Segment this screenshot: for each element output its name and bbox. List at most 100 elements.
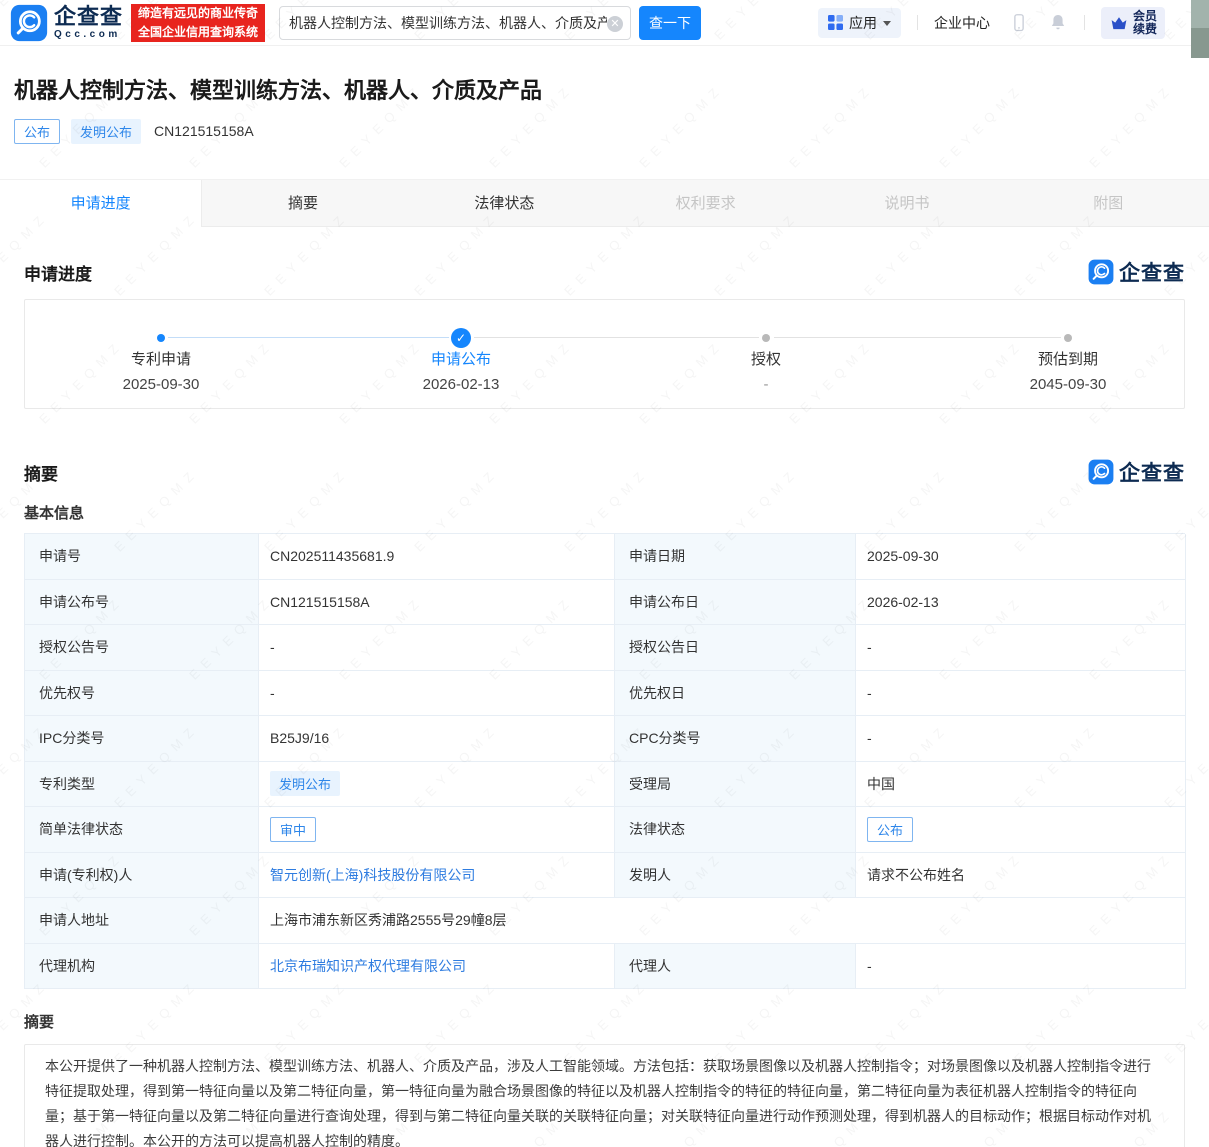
timeline-node-granted <box>762 334 770 342</box>
step-name: 专利申请 <box>61 348 261 369</box>
qcc-logo[interactable]: 企查查 Qcc.com <box>10 4 123 42</box>
info-label: 优先权日 <box>615 671 856 717</box>
search-input-wrap: ✕ <box>279 6 631 40</box>
step-name: 授权 <box>666 348 866 369</box>
info-value: 发明公布 <box>259 762 615 808</box>
chevron-down-icon <box>883 21 891 26</box>
info-value: 请求不公布姓名 <box>856 853 1186 899</box>
info-value: - <box>856 671 1186 717</box>
search-button[interactable]: 查一下 <box>639 6 701 40</box>
patent-type-badge: 发明公布 <box>71 119 141 144</box>
enterprise-center-link[interactable]: 企业中心 <box>934 13 990 33</box>
search-input[interactable] <box>289 8 607 38</box>
progress-section-head: 申请进度 企查查 <box>24 257 1185 287</box>
info-value: 北京布瑞知识产权代理有限公司 <box>259 944 615 990</box>
notifications-button[interactable] <box>1048 12 1068 33</box>
info-label: 授权公告日 <box>615 625 856 671</box>
qcc-logo-icon <box>1088 259 1114 285</box>
tab-abstract[interactable]: 摘要 <box>202 180 403 226</box>
abstract-section-title: 摘要 <box>24 460 58 485</box>
crown-icon <box>1109 14 1129 32</box>
info-label: 申请公布日 <box>615 580 856 626</box>
divider <box>917 15 918 30</box>
abstract-section-head: 摘要 企查查 <box>24 457 1185 487</box>
applicant-link[interactable]: 智元创新(上海)科技股份有限公司 <box>270 865 475 885</box>
info-value: - <box>856 716 1186 762</box>
progress-section-title: 申请进度 <box>24 260 92 285</box>
qcc-corner-logo: 企查查 <box>1088 457 1185 487</box>
info-label: 申请日期 <box>615 534 856 580</box>
timeline-node-expiry <box>1064 334 1072 342</box>
divider <box>1084 15 1085 30</box>
timeline-step: 专利申请 2025-09-30 <box>61 348 261 393</box>
brand-name: 企查查 <box>54 6 123 28</box>
info-label: 受理局 <box>615 762 856 808</box>
info-value: 公布 <box>856 807 1186 853</box>
qcc-corner-logo: 企查查 <box>1088 257 1185 287</box>
tab-description: 说明书 <box>806 180 1007 226</box>
bell-icon <box>1048 12 1068 33</box>
search-bar: ✕ 查一下 <box>279 6 701 40</box>
step-date: - <box>666 376 866 393</box>
info-label: 代理人 <box>615 944 856 990</box>
tab-claims: 权利要求 <box>605 180 806 226</box>
clear-icon[interactable]: ✕ <box>607 16 623 32</box>
info-label: 法律状态 <box>615 807 856 853</box>
timeline-step: 申请公布 2026-02-13 <box>361 348 561 393</box>
step-date: 2025-09-30 <box>61 376 261 393</box>
simple-legal-status-badge: 审中 <box>270 817 316 842</box>
info-label: 代理机构 <box>25 944 259 990</box>
apps-grid-icon <box>828 15 843 30</box>
member-line-1: 会员 <box>1133 10 1157 23</box>
tab-application-progress[interactable]: 申请进度 <box>0 180 202 227</box>
brand-slogan: 缔造有远见的商业传奇 全国企业信用查询系统 <box>131 4 265 42</box>
info-label: 申请人地址 <box>25 898 259 944</box>
tab-legal-status[interactable]: 法律状态 <box>404 180 605 226</box>
info-label: 简单法律状态 <box>25 807 259 853</box>
status-badge: 公布 <box>14 119 60 144</box>
timeline-segment-pending <box>474 337 759 338</box>
info-value: 审中 <box>259 807 615 853</box>
info-label: CPC分类号 <box>615 716 856 762</box>
abstract-text-box: 本公开提供了一种机器人控制方法、模型训练方法、机器人、介质及产品，涉及人工智能领… <box>24 1044 1185 1147</box>
info-value: 2025-09-30 <box>856 534 1186 580</box>
step-name: 预估到期 <box>968 348 1168 369</box>
qcc-logo-icon <box>1088 459 1114 485</box>
agency-link[interactable]: 北京布瑞知识产权代理有限公司 <box>270 956 466 976</box>
slogan-line-1: 缔造有远见的商业传奇 <box>138 4 258 23</box>
qcc-corner-logo-text: 企查查 <box>1119 457 1185 487</box>
info-value: - <box>856 944 1186 990</box>
info-value: CN121515158A <box>259 580 615 626</box>
scrollbar-track[interactable] <box>1191 28 1209 58</box>
publication-number: CN121515158A <box>154 123 254 139</box>
info-label: 申请公布号 <box>25 580 259 626</box>
info-value: 上海市浦东新区秀浦路2555号29幢8层 <box>259 898 1186 944</box>
badge-row: 公布 发明公布 CN121515158A <box>14 119 1195 143</box>
apps-menu-button[interactable]: 应用 <box>818 8 901 38</box>
info-label: 申请号 <box>25 534 259 580</box>
info-value: - <box>259 625 615 671</box>
step-date: 2045-09-30 <box>968 376 1168 393</box>
info-label: IPC分类号 <box>25 716 259 762</box>
info-value: B25J9/16 <box>259 716 615 762</box>
basic-info-table: 申请号 CN202511435681.9 申请日期 2025-09-30 申请公… <box>24 533 1185 989</box>
basic-info-title: 基本信息 <box>24 502 1185 523</box>
apps-menu-label: 应用 <box>849 13 877 33</box>
step-date: 2026-02-13 <box>361 376 561 393</box>
member-renew-label: 会员 续费 <box>1133 10 1157 36</box>
legal-status-badge: 公布 <box>867 817 913 842</box>
info-label: 申请(专利权)人 <box>25 853 259 899</box>
step-name: 申请公布 <box>361 348 561 369</box>
info-value: - <box>259 671 615 717</box>
scrollbar-thumb[interactable] <box>1191 0 1209 28</box>
brand-domain: Qcc.com <box>54 30 123 40</box>
abstract-subtitle: 摘要 <box>24 1011 1185 1032</box>
info-value: - <box>856 625 1186 671</box>
top-header: 企查查 Qcc.com 缔造有远见的商业传奇 全国企业信用查询系统 ✕ 查一下 … <box>0 0 1209 46</box>
page-title: 机器人控制方法、模型训练方法、机器人、介质及产品 <box>14 73 1195 105</box>
header-right-nav: 应用 企业中心 会员 续费 <box>818 7 1165 39</box>
mobile-app-button[interactable] <box>1010 12 1028 34</box>
member-renew-button[interactable]: 会员 续费 <box>1101 7 1165 39</box>
timeline-segment-done <box>168 337 451 338</box>
timeline-node-filed <box>157 334 165 342</box>
